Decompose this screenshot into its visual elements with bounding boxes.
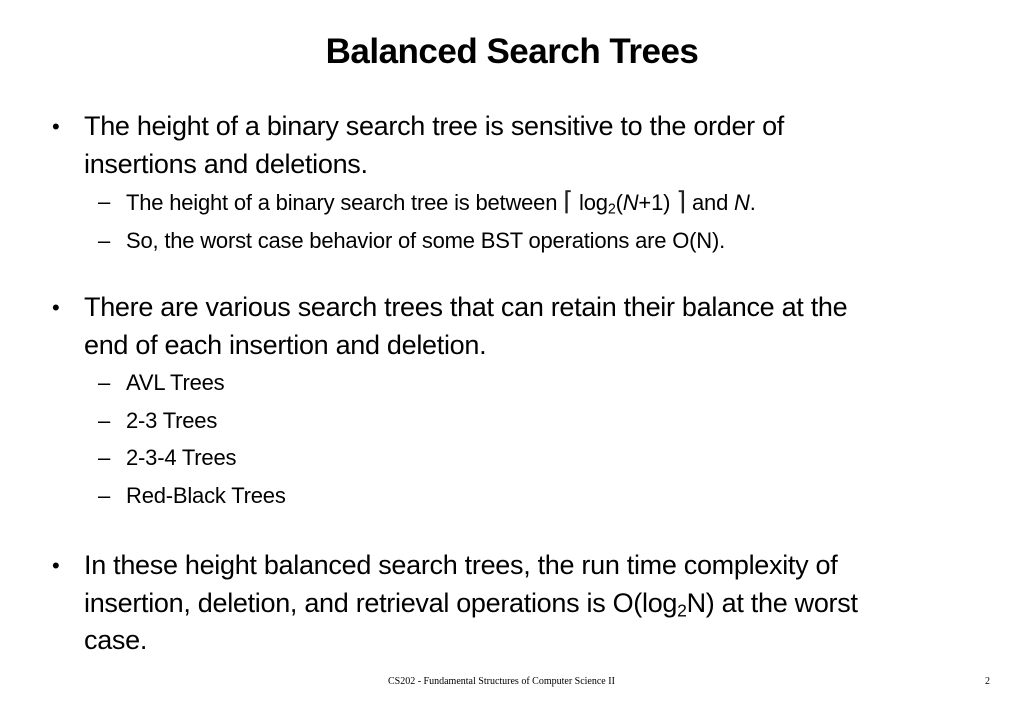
- bullet-1: • The height of a binary search tree is …: [50, 108, 960, 259]
- sub-item: – 2-3-4 Trees: [50, 439, 960, 477]
- bullet-2: • There are various search trees that ca…: [50, 289, 960, 514]
- dash-icon: –: [98, 227, 111, 253]
- dash-icon: –: [98, 445, 111, 470]
- bullet-icon: •: [52, 295, 60, 320]
- sub-item: – AVL Trees: [50, 364, 960, 402]
- bullet-icon: •: [52, 114, 60, 139]
- bullet-text: • In these height balanced search trees,…: [50, 547, 960, 660]
- page-number: 2: [985, 676, 990, 687]
- bullet-text: • There are various search trees that ca…: [50, 289, 960, 364]
- ceiling-right-icon: ⌉: [676, 186, 687, 216]
- slide-title: Balanced Search Trees: [325, 32, 699, 71]
- bullet-icon: •: [52, 553, 60, 578]
- sub-item: – So, the worst case behavior of some BS…: [50, 222, 960, 260]
- dash-icon: –: [98, 370, 111, 395]
- sub-item: – 2-3 Trees: [50, 402, 960, 440]
- slide-footer: CS202 - Fundamental Structures of Comput…: [388, 676, 615, 687]
- dash-icon: –: [98, 189, 111, 214]
- sub-item: – Red-Black Trees: [50, 477, 960, 515]
- dash-icon: –: [98, 482, 111, 508]
- ceiling-left-icon: ⌈: [563, 186, 574, 216]
- sub-item: – The height of a binary search tree is …: [50, 183, 960, 222]
- bullet-text: • The height of a binary search tree is …: [50, 108, 960, 183]
- dash-icon: –: [98, 407, 111, 433]
- bullet-3: • In these height balanced search trees,…: [50, 547, 960, 660]
